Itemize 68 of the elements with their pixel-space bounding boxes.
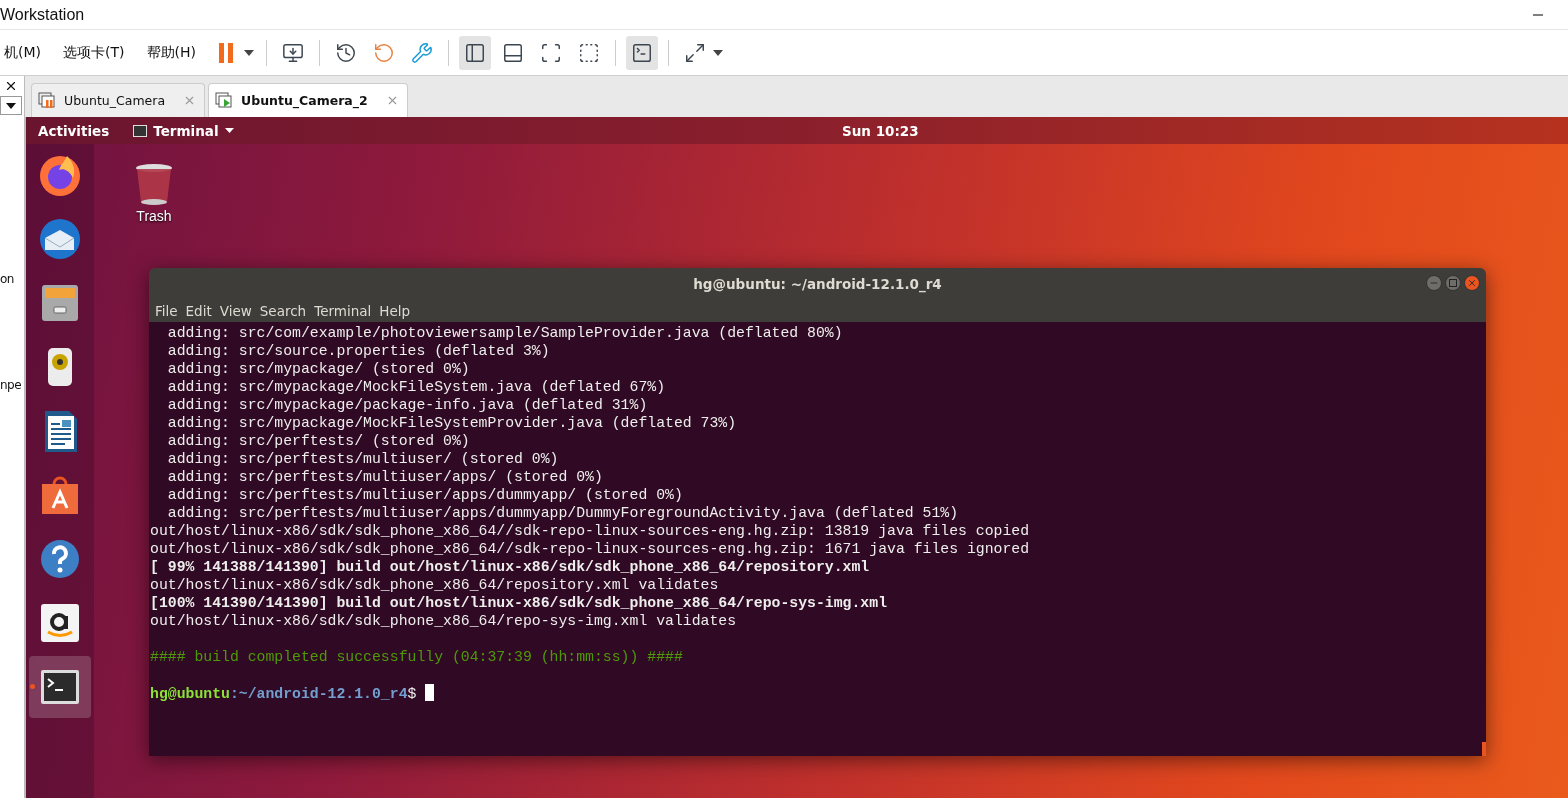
cursor [425, 684, 435, 701]
output-line: adding: src/perftests/multiuser/apps/dummyapp/ (stored 0%) [166, 487, 683, 503]
output-line: adding: src/source.properties (deflated 3%) [166, 343, 550, 359]
output-line: adding: src/perftests/multiuser/apps/dummyapp/DummyForegroundActivity.java (deflated 51%) [166, 505, 959, 521]
caret-icon [6, 102, 16, 109]
panel-text: npe [0, 378, 22, 392]
output-line: adding: src/perftests/ (stored 0%) [166, 433, 470, 449]
menu-item[interactable]: Terminal [310, 302, 376, 319]
menu-item[interactable]: File [151, 302, 182, 319]
menu-item[interactable]: Help [375, 302, 415, 319]
terminal-icon [133, 124, 148, 137]
clock[interactable]: Sun 10:23 [836, 121, 925, 140]
unity-icon [577, 41, 600, 64]
clock-icon [334, 41, 357, 64]
menu-item[interactable]: 机(M) [0, 43, 49, 62]
activities-button[interactable]: Activities [26, 122, 122, 139]
output-line: adding: src/mypackage/package-info.java (deflated 31%) [166, 397, 648, 413]
output-line: out/host/linux-x86/sdk/sdk_phone_x86_64//sdk-repo-linux-sources-eng.hg.zip: 13819 java files copied [150, 523, 1030, 539]
tab[interactable]: Ubuntu_Camera_2 [208, 83, 408, 117]
output-line: adding: src/mypackage/ (stored 0%) [166, 361, 470, 377]
menu-item[interactable]: Edit [181, 302, 216, 319]
output-line: #### build completed successfully (04:37:39 (hh:mm:ss)) #### [150, 649, 683, 665]
caret-icon [243, 49, 254, 56]
output-line: out/host/linux-x86/sdk/sdk_phone_x86_64//sdk-repo-linux-sources-eng.hg.zip: 1671 java files ignored [150, 541, 1030, 557]
output-line: [100% 141390/141390] build out/host/linux-x86/sdk/sdk_phone_x86_64/repo-sys-img.xml [150, 595, 887, 611]
output-line: out/host/linux-x86/sdk/sdk_phone_x86_64/repo-sys-img.xml validates [150, 613, 737, 629]
mail-icon [37, 216, 83, 262]
toolbar-button[interactable] [458, 35, 491, 70]
dock-item[interactable] [29, 656, 91, 718]
play-vm-icon [215, 91, 234, 110]
wrench-icon [410, 41, 433, 64]
minimize-button[interactable] [1426, 275, 1442, 291]
panel-text: on [0, 272, 14, 286]
output-line: adding: src/mypackage/MockFileSystemProvider.java (deflated 73%) [166, 415, 737, 431]
window-title: hg@ubuntu: ~/android-12.1.0_r4 [693, 275, 942, 292]
fullscreen-icon [539, 41, 562, 64]
maximize-button[interactable] [1445, 275, 1461, 291]
close-icon [4, 79, 18, 93]
close-icon [1467, 278, 1477, 288]
output-line: [ 99% 141388/141390] build out/host/linux-x86/sdk/sdk_phone_x86_64/repository.xml [150, 559, 870, 575]
menu-item[interactable]: 帮助(H) [138, 43, 204, 62]
bottom-panel-icon [501, 41, 524, 64]
caret-icon [712, 49, 723, 56]
pause-icon [216, 41, 235, 64]
app-menu[interactable]: Terminal [121, 122, 246, 139]
stretch-icon [683, 41, 706, 64]
console-icon [630, 41, 653, 64]
revert-icon [372, 41, 395, 64]
menu-item[interactable]: Search [255, 302, 311, 319]
prompt: hg@ubuntu:~/android-12.1.0_r4$ [150, 686, 417, 702]
dropdown-button[interactable] [0, 96, 22, 115]
toolbar-button[interactable] [625, 35, 658, 70]
output-line: adding: src/perftests/multiuser/apps/ (stored 0%) [166, 469, 603, 485]
window-title: Workstation [0, 5, 85, 24]
scrollbar [1482, 742, 1486, 756]
maximize-icon [1449, 279, 1457, 287]
send-keys-icon [281, 41, 304, 64]
output-line: adding: src/mypackage/MockFileSystem.java (deflated 67%) [166, 379, 665, 395]
trash-icon [134, 162, 174, 206]
menu-item[interactable]: 选项卡(T) [55, 43, 133, 62]
output-line: out/host/linux-x86/sdk/sdk_phone_x86_64/repository.xml validates [150, 577, 719, 593]
menu-item[interactable]: View [215, 302, 256, 319]
paused-vm-icon [38, 91, 56, 110]
tab[interactable]: Ubuntu_Camera [31, 83, 206, 117]
output-line: adding: src/perftests/multiuser/ (stored 0%) [166, 451, 559, 467]
output-line: adding: src/com/example/photoviewersample/SampleProvider.java (deflated 80%) [166, 325, 843, 341]
sidebar-icon [463, 41, 486, 64]
caret-icon [224, 128, 234, 133]
